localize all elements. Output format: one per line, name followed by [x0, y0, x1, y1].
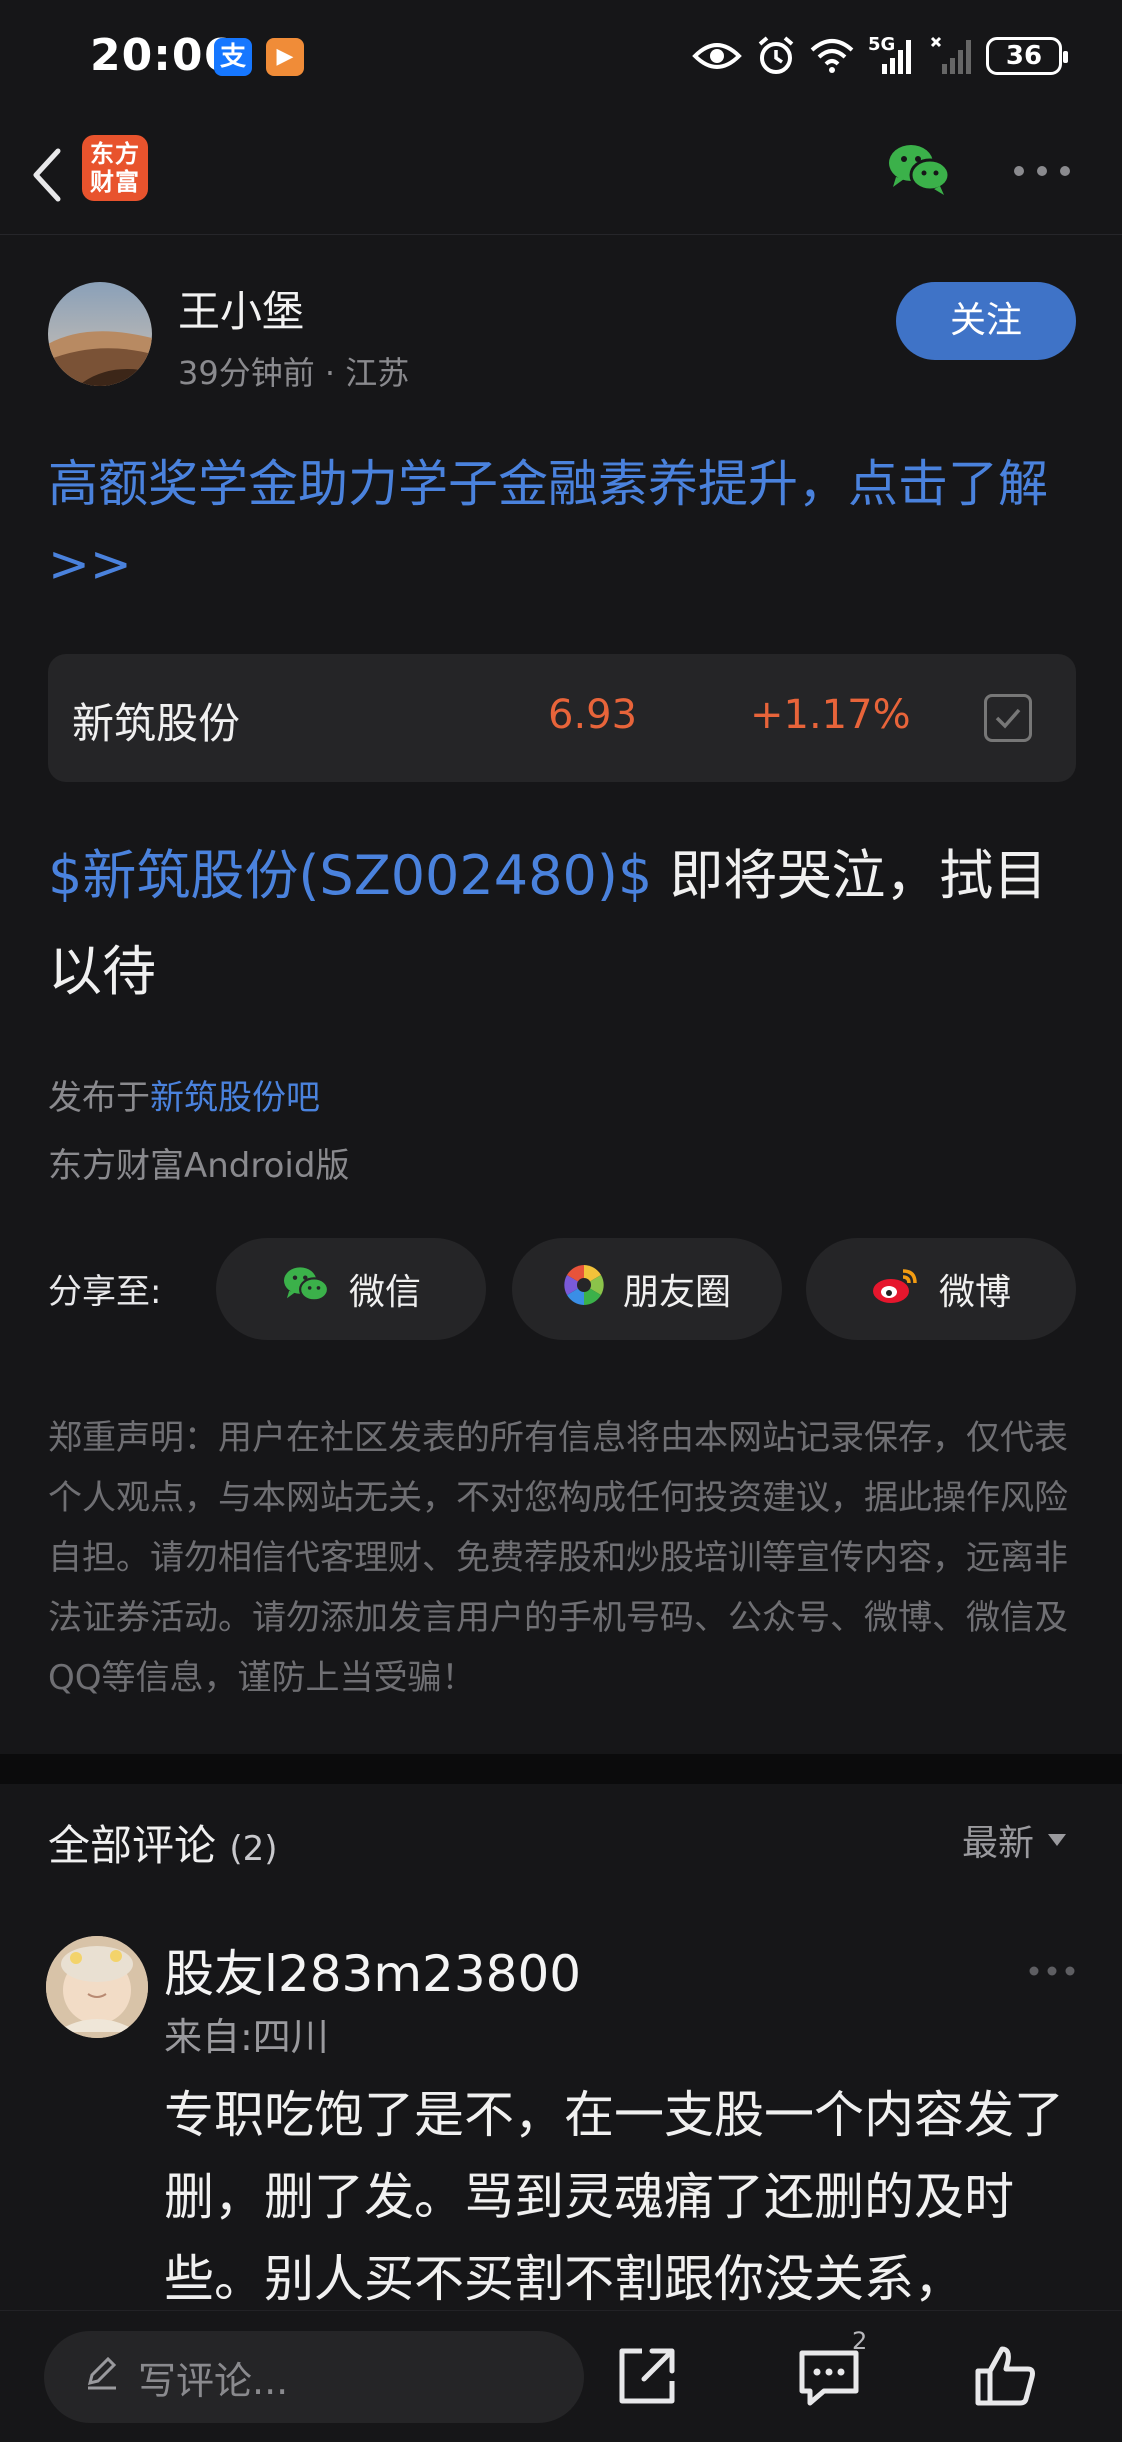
wechat-icon — [281, 1263, 331, 1316]
disclaimer-text: 郑重声明：用户在社区发表的所有信息将由本网站记录保存，仅代表个人观点，与本网站无… — [48, 1418, 1068, 1698]
stock-change: +1.17% — [750, 692, 911, 738]
bar-link[interactable]: 新筑股份吧 — [150, 1078, 320, 1118]
alipay-icon: 支 — [214, 38, 252, 76]
share-weibo-label: 微博 — [938, 1272, 1011, 1313]
share-moments-label: 朋友圈 — [622, 1272, 731, 1313]
status-bar: 20:06 支 ▶ 5G 36 — [0, 0, 1122, 115]
commenter-name[interactable]: 股友l283m23800 — [164, 1934, 581, 2006]
alarm-icon — [756, 36, 796, 76]
section-divider — [0, 1754, 1122, 1784]
share-wechat-label: 微信 — [348, 1272, 421, 1313]
wifi-icon — [810, 36, 854, 76]
sort-dropdown[interactable]: 最新 — [962, 1814, 1067, 1866]
comments-count: (2) — [229, 1829, 278, 1869]
stock-tag-link[interactable]: $新筑股份(SZ002480)$ — [48, 844, 652, 907]
follow-button[interactable]: 关注 — [896, 282, 1076, 360]
bottom-action-bar: 写评论... 2 — [0, 2310, 1122, 2442]
eye-icon — [692, 36, 742, 76]
moments-icon — [563, 1264, 605, 1315]
comment-count-badge: 2 — [852, 2327, 868, 2355]
status-icons: 5G 36 — [692, 34, 1068, 78]
comment-text: 专职吃饱了是不，在一支股一个内容发了删，删了发。骂到灵魂痛了还删的及时些。别人买… — [164, 2086, 1064, 2308]
stock-price: 6.93 — [548, 692, 638, 738]
add-watchlist-checkbox[interactable] — [984, 694, 1032, 742]
share-moments-button[interactable]: 朋友圈 — [512, 1238, 782, 1340]
comment-input[interactable]: 写评论... — [44, 2331, 584, 2423]
commenter-location: 来自:四川 — [164, 2015, 329, 2059]
author-avatar[interactable] — [48, 282, 152, 386]
comment-placeholder: 写评论... — [138, 2358, 289, 2403]
author-meta: 39分钟前 · 江苏 — [178, 354, 410, 392]
top-nav: 东方财富 — [0, 115, 1122, 235]
posted-in-prefix: 发布于 — [48, 1078, 150, 1118]
post-content: $新筑股份(SZ002480)$ 即将哭泣，拭目以待 — [48, 828, 1088, 1020]
network-label: 5G — [868, 34, 896, 55]
comment-more-icon[interactable] — [1028, 1962, 1076, 1976]
pencil-icon — [84, 2355, 120, 2400]
more-options-icon[interactable] — [1012, 163, 1072, 177]
signal-5g-icon: 5G — [868, 34, 916, 76]
share-icon[interactable] — [612, 2341, 682, 2411]
wechat-share-icon[interactable] — [886, 139, 952, 199]
back-arrow-icon[interactable] — [24, 143, 70, 207]
comments-header: 全部评论 (2) — [48, 1812, 278, 1873]
stock-name: 新筑股份 — [72, 699, 241, 748]
author-name[interactable]: 王小堡 — [178, 278, 304, 339]
promo-link[interactable]: 高额奖学金助力学子金融素养提升，点击了解>> — [48, 444, 1078, 604]
sort-label: 最新 — [962, 1823, 1035, 1864]
stock-card[interactable]: 新筑股份 6.93 +1.17% — [48, 654, 1076, 782]
comments-title: 全部评论 — [48, 1821, 217, 1870]
share-wechat-button[interactable]: 微信 — [216, 1238, 486, 1340]
like-icon[interactable] — [970, 2341, 1040, 2411]
client-source: 东方财富Android版 — [48, 1146, 350, 1186]
weibo-icon — [871, 1265, 921, 1314]
app-logo[interactable]: 东方财富 — [82, 135, 148, 201]
share-weibo-button[interactable]: 微博 — [806, 1238, 1076, 1340]
play-app-icon: ▶ — [266, 38, 304, 76]
posted-in: 发布于新筑股份吧 — [48, 1070, 320, 1119]
battery-indicator: 36 — [986, 37, 1068, 75]
caret-down-icon — [1048, 1834, 1067, 1846]
signal-empty-icon — [930, 36, 972, 76]
share-label: 分享至: — [48, 1272, 162, 1312]
commenter-avatar[interactable] — [46, 1936, 148, 2038]
